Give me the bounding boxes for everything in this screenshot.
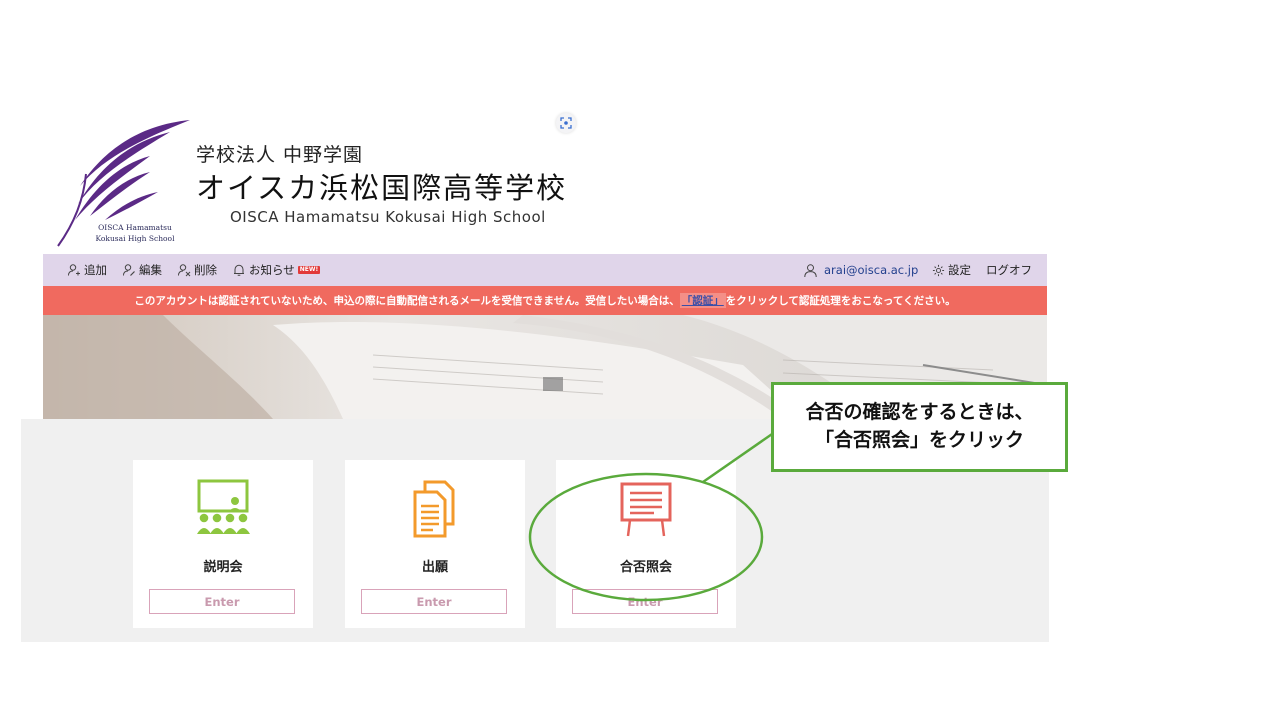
user-icon (804, 263, 817, 277)
annotation-callout: 合否の確認をするときは、 「合否照会」をクリック (771, 382, 1068, 472)
auth-warning-banner: このアカウントは認証されていないため、申込の際に自動配信されるメールを受信できま… (43, 286, 1047, 315)
school-name-jp: オイスカ浜松国際高等学校 (196, 171, 568, 205)
callout-line1: 合否の確認をするときは、 (805, 401, 1034, 424)
add-label: 追加 (84, 263, 107, 277)
alert-text-before: このアカウントは認証されていないため、申込の際に自動配信されるメールを受信できま… (134, 295, 680, 307)
card-briefing[interactable]: 説明会 Enter (133, 460, 313, 628)
presentation-icon (197, 479, 250, 534)
logout-label: ログオフ (986, 263, 1032, 277)
notice-label: お知らせ (249, 263, 295, 277)
school-logo: OISCA Hamamatsu Kokusai High School (50, 116, 195, 248)
logout-button[interactable]: ログオフ (986, 254, 1032, 286)
org-name: 学校法人 中野学園 (196, 144, 364, 166)
enter-button-application[interactable]: Enter (361, 589, 507, 614)
account-link[interactable]: arai@oisca.ac.jp (803, 254, 918, 286)
user-edit-icon (123, 264, 135, 276)
scan-icon[interactable] (556, 113, 576, 133)
school-name-en: OISCA Hamamatsu Kokusai High School (230, 208, 546, 226)
delete-button[interactable]: 削除 (177, 254, 217, 286)
top-nav-bar: 追加 編集 削除 お知らせ NEW! arai@oisca.ac.jp 設定 ロ… (43, 254, 1047, 286)
results-board-icon (620, 482, 672, 537)
delete-label: 削除 (194, 263, 217, 277)
gear-icon (932, 264, 945, 276)
settings-button[interactable]: 設定 (932, 254, 971, 286)
logo-text-line1: OISCA Hamamatsu (98, 223, 172, 232)
card-title-results: 合否照会 (619, 560, 672, 575)
add-button[interactable]: 追加 (67, 254, 107, 286)
documents-icon (413, 480, 455, 538)
card-title-briefing: 説明会 (203, 560, 243, 575)
enter-button-results[interactable]: Enter (572, 589, 718, 614)
enter-button-briefing[interactable]: Enter (149, 589, 295, 614)
edit-label: 編集 (139, 263, 162, 277)
callout-line2: 「合否照会」をクリック (814, 429, 1024, 451)
logo-text-line2: Kokusai High School (95, 234, 175, 243)
account-email: arai@oisca.ac.jp (824, 263, 919, 277)
auth-link[interactable]: 「認証」 (679, 293, 726, 308)
notice-button[interactable]: お知らせ NEW! (232, 254, 321, 286)
alert-text-after: をクリックして認証処理をおこなってください。 (725, 295, 956, 307)
user-delete-icon (178, 264, 191, 277)
new-badge: NEW! (297, 266, 321, 274)
user-add-icon (68, 264, 80, 276)
edit-button[interactable]: 編集 (122, 254, 162, 286)
bell-icon (234, 264, 244, 276)
card-title-application: 出願 (421, 560, 448, 575)
settings-label: 設定 (948, 263, 971, 277)
card-results[interactable]: 合否照会 Enter (556, 460, 736, 628)
card-application[interactable]: 出願 Enter (345, 460, 525, 628)
